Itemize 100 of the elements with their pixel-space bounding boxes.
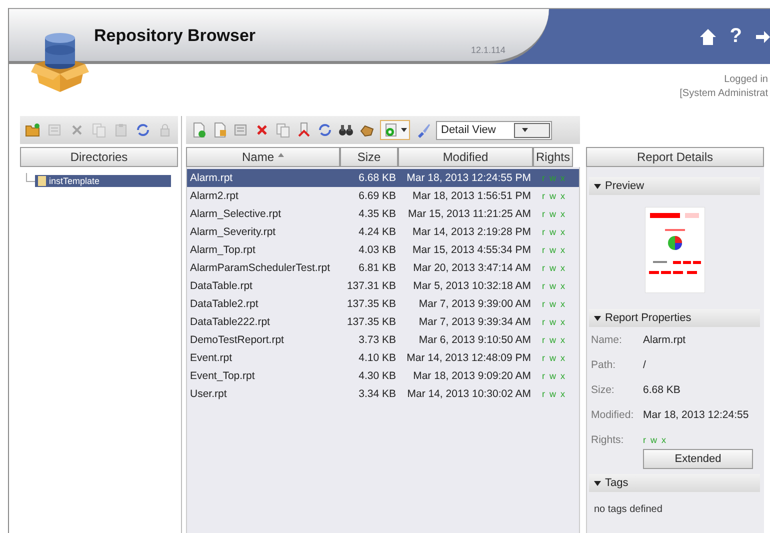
rights-text: r w x <box>541 371 567 381</box>
folder-icon <box>38 176 46 186</box>
properties-icon[interactable] <box>47 122 63 138</box>
file-row[interactable]: AlarmParamSchedulerTest.rpt 6.81 KB Mar 20, 2013 3:47:14 AM r w x <box>187 259 579 277</box>
file-row[interactable]: Alarm_Severity.rpt 4.24 KB Mar 14, 2013 2:19:28 PM r w x <box>187 223 579 241</box>
property-value: Alarm.rpt <box>643 334 686 346</box>
tags-text: no tags defined <box>593 503 664 515</box>
file-name: DataTable2.rpt <box>189 298 260 310</box>
view-select[interactable]: Detail View <box>436 120 552 140</box>
property-label: Name: <box>590 334 623 346</box>
file-name: DemoTestReport.rpt <box>189 334 285 346</box>
login-label: Logged in <box>723 73 768 87</box>
caret-icon <box>401 128 407 132</box>
app-title: Repository Browser <box>94 26 256 46</box>
file-size: 4.10 KB <box>358 352 397 364</box>
file-size: 6.81 KB <box>358 262 397 274</box>
paste-icon[interactable] <box>113 122 129 138</box>
column-header[interactable]: Name <box>186 147 340 167</box>
file-row[interactable]: DataTable222.rpt 137.35 KB Mar 7, 2013 9:39:34 AM r w x <box>187 313 579 331</box>
rights-text: r w x <box>541 263 567 273</box>
column-header[interactable]: Rights <box>533 147 573 167</box>
file-name: User.rpt <box>189 388 228 400</box>
caret-icon <box>522 128 528 132</box>
file-row[interactable]: Alarm2.rpt 6.69 KB Mar 18, 2013 1:56:51 PM r w x <box>187 187 579 205</box>
file-name: Alarm2.rpt <box>189 190 240 202</box>
rights-text: r w x <box>541 173 567 183</box>
report-icon[interactable] <box>383 122 399 138</box>
file-modified: Mar 18, 2013 9:09:20 AM <box>412 370 532 382</box>
rights-text: r w x <box>541 245 567 255</box>
file-size: 137.35 KB <box>346 298 397 310</box>
rights-text: r w x <box>541 335 567 345</box>
file-name: DataTable.rpt <box>189 280 254 292</box>
column-header[interactable]: Size <box>340 147 398 167</box>
rights-text: r w x <box>541 227 567 237</box>
section-header[interactable]: Report Properties <box>589 309 760 327</box>
refresh-icon[interactable] <box>317 122 333 138</box>
file-size: 137.31 KB <box>346 280 397 292</box>
property-value: 6.68 KB <box>643 384 680 396</box>
refresh-icon[interactable] <box>135 122 151 138</box>
file-modified: Mar 6, 2013 9:10:50 AM <box>418 334 532 346</box>
file-name: DataTable222.rpt <box>189 316 271 328</box>
file-row[interactable]: DataTable.rpt 137.31 KB Mar 5, 2013 10:32:18 AM r w x <box>187 277 579 295</box>
rights-text: r w x <box>541 191 567 201</box>
file-row[interactable]: Alarm.rpt 6.68 KB Mar 18, 2013 12:24:55 PM r w x <box>187 169 579 187</box>
file-row[interactable]: User.rpt 3.34 KB Mar 14, 2013 10:30:02 AM r w x <box>187 385 579 403</box>
file-row[interactable]: DemoTestReport.rpt 3.73 KB Mar 6, 2013 9:10:50 AM r w x <box>187 331 579 349</box>
property-value: Mar 18, 2013 12:24:55 <box>643 408 749 420</box>
file-row[interactable]: DataTable2.rpt 137.35 KB Mar 7, 2013 9:39:00 AM r w x <box>187 295 579 313</box>
file-name: Alarm_Severity.rpt <box>189 226 277 238</box>
extended-button[interactable]: Extended <box>643 449 753 469</box>
user-name: [System Administrat <box>680 87 768 101</box>
file-row[interactable]: Event_Top.rpt 4.30 KB Mar 18, 2013 9:09:20 AM r w x <box>187 367 579 385</box>
file-modified: Mar 18, 2013 1:56:51 PM <box>412 190 532 202</box>
rights-text: r w x <box>541 281 567 291</box>
file-modified: Mar 15, 2013 4:55:34 PM <box>412 244 532 256</box>
rights-text: r w x <box>541 299 567 309</box>
file-size: 6.68 KB <box>358 172 397 184</box>
edit-file-icon[interactable] <box>212 122 228 138</box>
file-name: Event.rpt <box>189 352 234 364</box>
properties-icon[interactable] <box>233 122 249 138</box>
file-modified: Mar 7, 2013 9:39:34 AM <box>418 316 532 328</box>
section-header[interactable]: Tags <box>589 474 760 492</box>
file-row[interactable]: Alarm_Selective.rpt 4.35 KB Mar 15, 2013 11:21:25 AM r w x <box>187 205 579 223</box>
file-name: AlarmParamSchedulerTest.rpt <box>189 262 332 274</box>
home-icon[interactable] <box>698 26 718 46</box>
file-modified: Mar 14, 2013 2:19:28 PM <box>412 226 532 238</box>
file-modified: Mar 14, 2013 12:48:09 PM <box>406 352 532 364</box>
rights-text: r w x <box>541 353 567 363</box>
file-modified: Mar 20, 2013 3:47:14 AM <box>412 262 532 274</box>
rights-text: r w x <box>541 317 567 327</box>
directories-header: Directories <box>20 147 178 167</box>
file-name: Alarm.rpt <box>189 172 234 184</box>
help-button[interactable]: ? <box>730 25 742 48</box>
column-header[interactable]: Modified <box>398 147 533 167</box>
file-modified: Mar 15, 2013 11:21:25 AM <box>407 208 532 220</box>
file-size: 6.69 KB <box>358 190 397 202</box>
new-folder-icon[interactable] <box>25 122 41 138</box>
section-header[interactable]: Preview <box>589 177 760 195</box>
property-label: Size: <box>590 384 616 396</box>
property-value: / <box>643 358 646 370</box>
new-file-icon[interactable] <box>191 122 207 138</box>
add-report-button[interactable] <box>380 120 410 140</box>
copy-icon[interactable] <box>275 122 291 138</box>
file-modified: Mar 18, 2013 12:24:55 PM <box>406 172 532 184</box>
file-size: 137.35 KB <box>346 316 397 328</box>
file-row[interactable]: Event.rpt 4.10 KB Mar 14, 2013 12:48:09 PM r w x <box>187 349 579 367</box>
property-label: Rights: <box>590 434 625 446</box>
rights-text: r w x <box>541 389 567 399</box>
details-header: Report Details <box>586 147 764 167</box>
rights-text: r w x <box>541 209 567 219</box>
file-size: 4.24 KB <box>358 226 397 238</box>
file-name: Alarm_Selective.rpt <box>189 208 282 220</box>
file-modified: Mar 5, 2013 10:32:18 AM <box>412 280 532 292</box>
search-icon[interactable] <box>338 122 354 138</box>
file-size: 3.73 KB <box>358 334 397 346</box>
version-label: 12.1.114 <box>471 45 506 55</box>
file-row[interactable]: Alarm_Top.rpt 4.03 KB Mar 15, 2013 4:55:34 PM r w x <box>187 241 579 259</box>
file-modified: Mar 14, 2013 10:30:02 AM <box>406 388 532 400</box>
tree-item[interactable]: instTemplate <box>35 175 171 187</box>
file-name: Event_Top.rpt <box>189 370 256 382</box>
